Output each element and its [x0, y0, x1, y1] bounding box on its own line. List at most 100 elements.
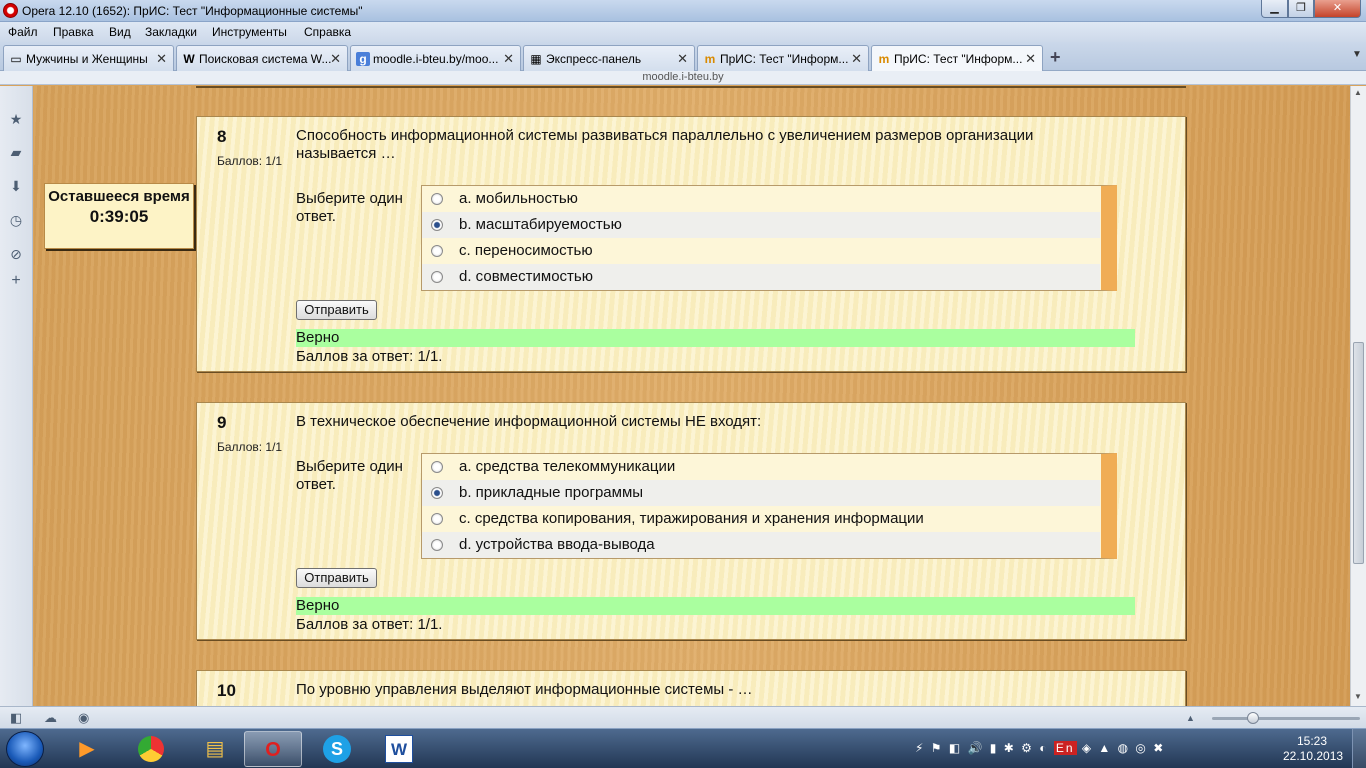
question-number: 8	[217, 127, 227, 146]
close-tab-icon[interactable]: ✕	[330, 51, 341, 67]
opera-logo-icon[interactable]	[3, 3, 18, 18]
minimize-button[interactable]: ▁	[1261, 0, 1288, 18]
opera-unite-cloud-icon[interactable]: ☁	[44, 710, 57, 726]
moodle-icon: m	[878, 52, 890, 66]
close-tab-icon[interactable]: ✕	[503, 51, 514, 67]
wikipedia-icon: W	[183, 52, 195, 66]
answer-score: Баллов за ответ: 1/1.	[296, 616, 443, 633]
menu-edit[interactable]: Правка	[53, 25, 94, 39]
word-icon[interactable]: W	[370, 731, 428, 767]
tab-4[interactable]: ▦ Экспресс-панель ✕	[523, 45, 695, 71]
timer-value: 0:39:05	[89, 207, 149, 226]
tab-label: Поисковая система W...	[199, 52, 332, 66]
question-grade: Баллов: 1/1	[217, 154, 283, 168]
radio-unchecked[interactable]	[431, 461, 443, 473]
address-bar[interactable]: moodle.i-bteu.by	[0, 71, 1366, 85]
answer-option-a[interactable]: a. мобильностью	[422, 186, 1100, 212]
scroll-down-arrow-icon[interactable]: ▼	[1354, 692, 1362, 701]
question-9: 9 Баллов: 1/1 В техническое обеспечение …	[196, 402, 1186, 640]
menu-help[interactable]: Справка	[304, 25, 351, 39]
explorer-folder-icon[interactable]: ▤	[186, 731, 244, 767]
tray-icons[interactable]: ⚡ ⚑ ◧ 🔊 ▮ ✱ ⚙ ◐	[915, 741, 1054, 755]
answer-option-d[interactable]: d. устройства ввода-вывода	[422, 532, 1100, 558]
quiz-timer: Оставшееся время 0:39:05	[44, 183, 194, 249]
question-grade: Баллов: 1/1	[217, 440, 283, 454]
close-tab-icon[interactable]: ✕	[851, 51, 862, 67]
previous-question-bottom-edge	[196, 86, 1186, 88]
close-tab-icon[interactable]: ✕	[156, 51, 167, 67]
answer-option-a[interactable]: a. средства телекоммуникации	[422, 454, 1100, 480]
zoom-menu-arrow-icon[interactable]: ▲	[1186, 713, 1195, 723]
radio-unchecked[interactable]	[431, 539, 443, 551]
tray-icons-more[interactable]: ◈ ▲ ◍ ◎ ✖	[1077, 741, 1166, 755]
answer-option-b[interactable]: b. масштабируемостью	[422, 212, 1100, 238]
new-tab-button[interactable]: +	[1050, 47, 1061, 68]
answer-option-c[interactable]: c. переносимостью	[422, 238, 1100, 264]
page-host: moodle.i-bteu.by	[642, 71, 724, 83]
radio-unchecked[interactable]	[431, 271, 443, 283]
start-button[interactable]	[6, 731, 44, 767]
zoom-slider-track[interactable]	[1212, 717, 1360, 720]
add-panel-icon[interactable]: +	[8, 273, 24, 289]
close-tab-icon[interactable]: ✕	[1025, 51, 1036, 67]
scrollbar-thumb[interactable]	[1353, 342, 1364, 564]
zoom-slider-knob[interactable]	[1247, 712, 1259, 724]
answer-option-d[interactable]: d. совместимостью	[422, 264, 1100, 290]
menu-bookmarks[interactable]: Закладки	[145, 25, 197, 39]
radio-unchecked[interactable]	[431, 513, 443, 525]
answer-score: Баллов за ответ: 1/1.	[296, 348, 443, 365]
history-clock-icon[interactable]: ◷	[8, 212, 24, 228]
submit-button[interactable]: Отправить	[296, 300, 377, 320]
menu-bar: Файл Правка Вид Закладки Инструменты Спр…	[0, 22, 1366, 42]
tab-3[interactable]: g moodle.i-bteu.by/moo... ✕	[350, 45, 521, 71]
close-window-button[interactable]: ✕	[1314, 0, 1361, 18]
feedback-correct: Верно	[296, 329, 1135, 347]
answer-option-b[interactable]: b. прикладные программы	[422, 480, 1100, 506]
turbo-speedometer-icon[interactable]: ◉	[78, 710, 89, 726]
radio-unchecked[interactable]	[431, 193, 443, 205]
system-tray: ⚡ ⚑ ◧ 🔊 ▮ ✱ ⚙ ◐ En ◈ ▲ ◍ ◎ ✖	[915, 741, 1165, 755]
chrome-icon[interactable]	[122, 731, 180, 767]
radio-checked[interactable]	[431, 487, 443, 499]
opera-icon[interactable]: O	[244, 731, 302, 767]
notes-icon[interactable]: ▰	[8, 144, 24, 160]
downloads-icon[interactable]: ⬇	[8, 178, 24, 194]
tab-list-arrow-icon[interactable]: ▼	[1352, 49, 1362, 60]
links-icon[interactable]: ⊘	[8, 246, 24, 262]
taskbar-clock[interactable]: 15:23 22.10.2013	[1283, 734, 1343, 764]
radio-unchecked[interactable]	[431, 245, 443, 257]
bookmarks-star-icon[interactable]: ★	[8, 111, 24, 127]
question-number: 9	[217, 413, 227, 432]
scroll-up-arrow-icon[interactable]: ▲	[1354, 88, 1362, 97]
language-indicator[interactable]: En	[1053, 741, 1077, 755]
question-number: 10	[217, 681, 236, 700]
window-title-bar: Opera 12.10 (1652): ПрИС: Тест "Информац…	[0, 0, 1366, 22]
answer-prompt: Выберите один ответ.	[296, 458, 403, 493]
moodle-icon: m	[704, 52, 716, 66]
tab-label: ПрИС: Тест "Информ...	[894, 52, 1023, 66]
close-tab-icon[interactable]: ✕	[677, 51, 688, 67]
question-text: По уровню управления выделяют информацио…	[296, 681, 753, 698]
menu-file[interactable]: Файл	[8, 25, 38, 39]
question-10: 10 По уровню управления выделяют информа…	[196, 670, 1186, 706]
tab-2[interactable]: W Поисковая система W... ✕	[176, 45, 348, 71]
radio-checked[interactable]	[431, 219, 443, 231]
skype-icon[interactable]: S	[308, 731, 366, 767]
show-desktop-button[interactable]	[1352, 729, 1366, 768]
menu-tools[interactable]: Инструменты	[212, 25, 287, 39]
panel-toggle-icon[interactable]: ◧	[10, 710, 22, 726]
answer-list: a. мобильностью b. масштабируемостью c. …	[421, 185, 1117, 291]
submit-button[interactable]: Отправить	[296, 568, 377, 588]
page-scrollbar[interactable]: ▲ ▼	[1350, 86, 1366, 706]
tab-5[interactable]: m ПрИС: Тест "Информ... ✕	[697, 45, 869, 71]
question-text: В техническое обеспечение информационной…	[296, 413, 762, 430]
google-icon: g	[356, 52, 370, 66]
answer-option-c[interactable]: c. средства копирования, тиражирования и…	[422, 506, 1100, 532]
maximize-button[interactable]: ❐	[1288, 0, 1314, 18]
tab-label: moodle.i-bteu.by/moo...	[373, 52, 499, 66]
question-8: 8 Баллов: 1/1 Способность информационной…	[196, 116, 1186, 372]
menu-view[interactable]: Вид	[109, 25, 131, 39]
tab-1[interactable]: ▭ Мужчины и Женщины ✕	[3, 45, 174, 71]
media-player-icon[interactable]: ▶	[58, 731, 116, 767]
tab-6-active[interactable]: m ПрИС: Тест "Информ... ✕	[871, 45, 1043, 72]
